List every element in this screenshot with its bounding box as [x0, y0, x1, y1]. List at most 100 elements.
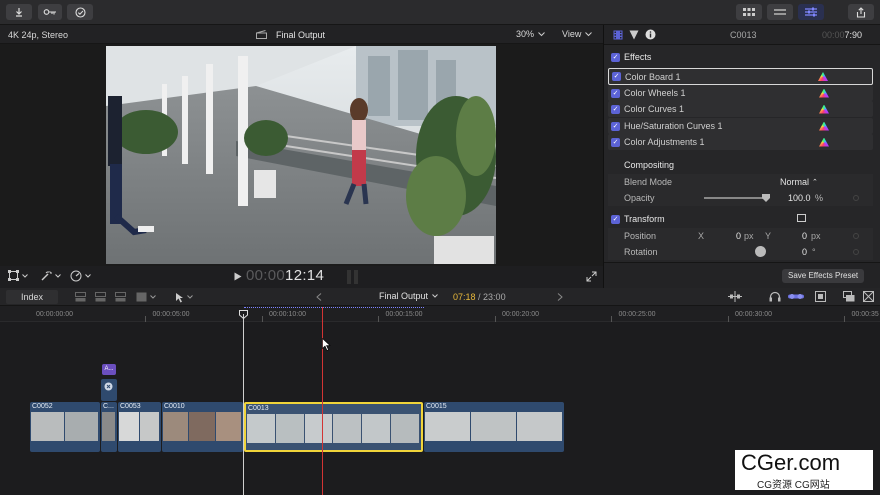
slider-knob-icon[interactable]: [762, 194, 770, 202]
enhancements-menu[interactable]: [40, 270, 61, 282]
clip-thumbnails: [102, 412, 116, 441]
ruler-label: 00:00:05:00: [152, 311, 190, 318]
onscreen-control-icon[interactable]: [797, 214, 806, 222]
inspector-layout-button[interactable]: [798, 4, 824, 20]
video-frame[interactable]: [106, 46, 496, 264]
connect-clip-icon[interactable]: [75, 292, 86, 302]
color-effect-icon[interactable]: [819, 104, 829, 114]
effect-checkbox[interactable]: ✓: [612, 72, 621, 81]
arrow-tool-icon[interactable]: [175, 292, 184, 303]
view-menu[interactable]: View: [562, 29, 593, 39]
effect-row-color-board[interactable]: ✓ Color Board 1: [608, 68, 873, 85]
info-icon[interactable]: [645, 29, 656, 40]
transform-checkbox[interactable]: ✓: [611, 214, 620, 224]
color-effect-icon[interactable]: [818, 72, 828, 81]
overwrite-clip-icon[interactable]: [136, 292, 147, 302]
position-x-value[interactable]: 0: [736, 231, 741, 241]
append-clip-icon[interactable]: [115, 292, 126, 302]
forward-arrow-icon[interactable]: [557, 293, 563, 301]
timecode-display[interactable]: 00:0012:14: [246, 267, 324, 284]
effect-row-hue-saturation[interactable]: ✓ Hue/Saturation Curves 1: [608, 118, 873, 134]
retime-menu[interactable]: [70, 270, 91, 282]
color-effect-icon[interactable]: [819, 88, 829, 98]
import-button[interactable]: [6, 4, 32, 20]
position-x-unit: px: [744, 231, 754, 241]
solo-icon[interactable]: [788, 292, 804, 301]
rotation-unit: °: [812, 247, 816, 257]
timeline-ruler[interactable]: 00:00:00:00 00:00:05:00 00:00:10:00 00:00:1…: [0, 306, 880, 322]
fullscreen-icon[interactable]: [586, 271, 597, 282]
timeline-clip[interactable]: C0053: [118, 402, 161, 452]
effect-row-color-curves[interactable]: ✓ Color Curves 1: [608, 101, 873, 117]
back-arrow-icon[interactable]: [316, 293, 322, 301]
keyframe-icon[interactable]: [853, 233, 859, 239]
play-icon[interactable]: [234, 272, 242, 281]
viewer-header: 4K 24p, Stereo Final Output 30% View: [0, 25, 603, 44]
color-effect-icon[interactable]: [819, 121, 829, 131]
background-tasks-button[interactable]: [67, 4, 93, 20]
save-effects-preset-button[interactable]: Save Effects Preset: [782, 269, 865, 283]
timeline-layout-button[interactable]: [767, 4, 793, 20]
ruler-label: 00:00:20:00: [502, 311, 539, 318]
insert-clip-icon[interactable]: [95, 292, 106, 302]
chevron-down-icon[interactable]: [150, 295, 156, 299]
clip-appearance-icon[interactable]: [843, 291, 855, 302]
transform-tool-menu[interactable]: [8, 270, 28, 281]
share-button[interactable]: [848, 4, 874, 20]
effect-checkbox[interactable]: ✓: [611, 121, 620, 131]
opacity-value[interactable]: 100.0: [788, 193, 811, 203]
chevron-down-icon[interactable]: [187, 295, 193, 299]
rotation-dial-icon[interactable]: [755, 246, 766, 257]
color-effect-icon[interactable]: [819, 137, 829, 147]
chevron-down-icon: [22, 273, 28, 278]
effect-row-color-adjustments[interactable]: ✓ Color Adjustments 1: [608, 134, 873, 150]
timeline-clip[interactable]: C...: [101, 402, 117, 452]
ruler-label: 00:00:00:00: [36, 311, 73, 318]
audio-skimming-icon[interactable]: [728, 291, 742, 302]
blend-mode-popup[interactable]: Normal ⌃: [780, 177, 818, 187]
timeline-clip-selected[interactable]: C0013: [244, 402, 423, 452]
browser-layout-button[interactable]: [736, 4, 762, 20]
transform-header[interactable]: ✓ Transform: [608, 211, 873, 227]
clip-name: C0013: [248, 405, 269, 412]
effect-checkbox[interactable]: ✓: [611, 88, 620, 98]
position-y-value[interactable]: 0: [802, 231, 807, 241]
video-image: [106, 46, 496, 264]
compositing-header[interactable]: Compositing: [608, 157, 873, 173]
effect-checkbox[interactable]: ✓: [611, 104, 620, 114]
clip-thumbnails: [119, 412, 160, 441]
opacity-slider[interactable]: [704, 194, 770, 202]
index-button[interactable]: Index: [6, 290, 58, 304]
zoom-menu[interactable]: 30%: [516, 29, 545, 39]
effect-row-color-wheels[interactable]: ✓ Color Wheels 1: [608, 85, 873, 101]
keyword-button[interactable]: [38, 4, 62, 20]
video-inspector-icon[interactable]: [613, 30, 623, 40]
headphones-icon[interactable]: [769, 291, 781, 302]
playhead-handle-icon[interactable]: [239, 310, 248, 319]
updown-chevron-icon: ⌃: [812, 179, 818, 186]
clip-name: C0010: [164, 403, 185, 410]
compositing-label: Compositing: [624, 160, 675, 170]
ruler-label: 00:00:35: [851, 311, 879, 318]
film-strip-icon[interactable]: [815, 291, 826, 302]
color-inspector-icon[interactable]: [629, 30, 639, 40]
project-menu[interactable]: Final Output: [379, 291, 438, 301]
range-selection-indicator: [244, 307, 424, 309]
ruler-label: 00:00:15:00: [385, 311, 423, 318]
connected-title-clip[interactable]: A...: [102, 364, 116, 375]
effects-browser-icon[interactable]: [863, 291, 874, 302]
speedometer-icon: [70, 270, 82, 282]
effect-checkbox[interactable]: ✓: [611, 137, 620, 147]
effects-checkbox[interactable]: ✓: [611, 52, 620, 62]
playhead-line[interactable]: [322, 307, 323, 495]
close-circle-icon[interactable]: [104, 382, 113, 391]
timeline-clip[interactable]: C0052: [30, 402, 100, 452]
blend-mode-value: Normal: [780, 177, 810, 187]
keyframe-icon[interactable]: [853, 249, 859, 255]
effects-header[interactable]: ✓ Effects: [608, 49, 873, 65]
rotation-value[interactable]: 0: [802, 247, 807, 257]
timeline-clip[interactable]: C0010: [162, 402, 243, 452]
timeline-clip[interactable]: C0015: [424, 402, 564, 452]
keyframe-icon[interactable]: [853, 195, 859, 201]
view-label: View: [562, 29, 582, 39]
